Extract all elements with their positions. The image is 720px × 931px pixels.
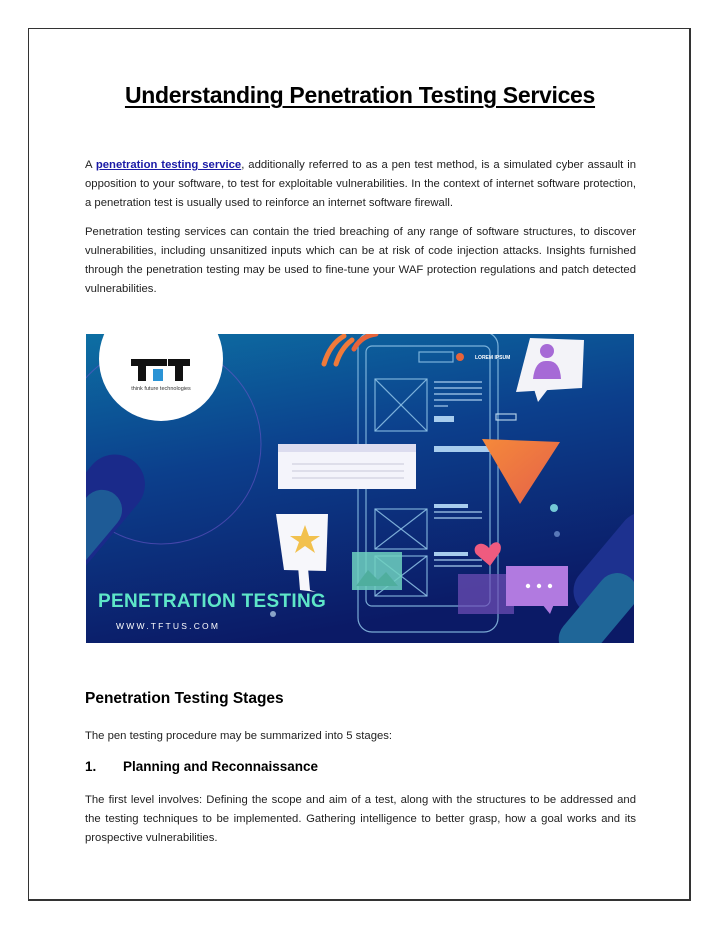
stage-1-number: 1. xyxy=(85,759,97,774)
section-heading: Penetration Testing Stages xyxy=(85,690,284,707)
tft-logo-icon xyxy=(131,359,190,381)
banner-website: WWW.TFTUS.COM xyxy=(116,621,220,631)
intro-paragraph: A penetration testing service, additiona… xyxy=(85,156,636,213)
phone-header-text: LOREM IPSUM xyxy=(475,355,510,361)
decorative-dot xyxy=(554,531,560,537)
stage-1-text: The first level involves: Defining the s… xyxy=(85,794,636,844)
phone-bar xyxy=(434,446,494,452)
phone-bar xyxy=(434,504,468,508)
intro-prefix: A xyxy=(85,159,96,171)
logo-tagline: think future technologies xyxy=(131,386,191,392)
banner-illustration: think future technologies LOREM IPSUM PE… xyxy=(86,334,634,643)
stage-1-heading: 1. Planning and Reconnaissance xyxy=(85,759,318,774)
floating-card-header xyxy=(278,444,416,452)
penetration-testing-service-link[interactable]: penetration testing service xyxy=(96,159,241,171)
phone-bar xyxy=(434,552,468,556)
penetration-testing-banner: think future technologies LOREM IPSUM PE… xyxy=(86,334,634,643)
decorative-dot xyxy=(550,504,558,512)
document-title: Understanding Penetration Testing Servic… xyxy=(124,82,596,108)
paragraph-2: Penetration testing services can contain… xyxy=(85,226,636,295)
banner-headline: PENETRATION TESTING xyxy=(98,591,326,612)
stage-1-title: Planning and Reconnaissance xyxy=(123,759,319,774)
phone-header-dot xyxy=(456,353,464,361)
user-avatar-icon xyxy=(540,344,554,358)
phone-button-filled xyxy=(434,416,454,422)
chat-bubble-back xyxy=(458,574,514,614)
section-intro: The pen testing procedure may be summari… xyxy=(85,730,393,742)
